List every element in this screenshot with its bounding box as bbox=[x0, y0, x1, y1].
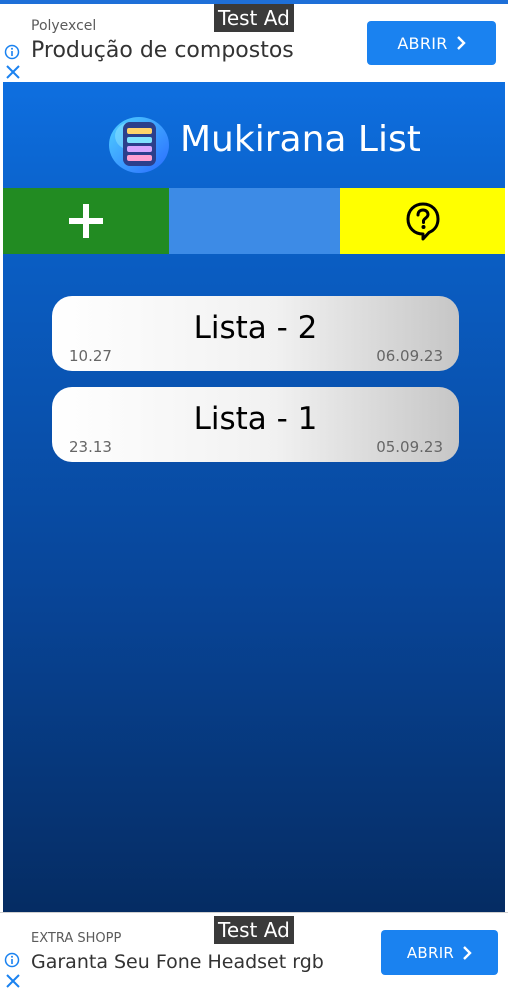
test-ad-label: Test Ad bbox=[214, 916, 294, 944]
list-total: 23.13 bbox=[69, 438, 112, 456]
toolbar-middle-button[interactable] bbox=[169, 188, 340, 254]
add-list-button[interactable] bbox=[3, 188, 169, 254]
ad-advertiser: Polyexcel bbox=[31, 18, 97, 34]
ad-open-button-label: ABRIR bbox=[397, 33, 448, 53]
list-name: Lista - 2 bbox=[193, 310, 318, 346]
info-icon[interactable] bbox=[4, 952, 20, 968]
list-date: 05.09.23 bbox=[376, 438, 443, 456]
chevron-right-icon bbox=[463, 945, 472, 960]
toolbar bbox=[3, 188, 505, 254]
test-ad-label: Test Ad bbox=[214, 4, 294, 32]
ad-open-button-label: ABRIR bbox=[406, 943, 455, 962]
help-button[interactable] bbox=[340, 188, 505, 254]
top-ad-banner[interactable]: Test Ad Polyexcel Produção de compostos … bbox=[0, 0, 508, 82]
info-icon[interactable] bbox=[4, 44, 20, 60]
chevron-right-icon bbox=[456, 36, 466, 50]
shopping-lists: Lista - 2 10.27 06.09.23 Lista - 1 23.13… bbox=[52, 296, 459, 478]
ad-headline[interactable]: Produção de compostos bbox=[31, 38, 294, 63]
close-icon[interactable] bbox=[6, 65, 20, 79]
ad-open-button[interactable]: ABRIR bbox=[381, 930, 498, 975]
app-title: Mukirana List bbox=[180, 119, 421, 160]
ad-headline[interactable]: Garanta Seu Fone Headset rgb bbox=[31, 951, 324, 973]
ad-open-button[interactable]: ABRIR bbox=[367, 21, 496, 65]
list-item[interactable]: Lista - 2 10.27 06.09.23 bbox=[52, 296, 459, 371]
bottom-ad-banner[interactable]: Test Ad EXTRA SHOPP Garanta Seu Fone Hea… bbox=[0, 912, 508, 994]
list-total: 10.27 bbox=[69, 347, 112, 365]
close-icon[interactable] bbox=[6, 974, 20, 988]
ad-advertiser: EXTRA SHOPP bbox=[31, 931, 122, 946]
app-header: Mukirana List bbox=[3, 110, 505, 174]
app-main: Mukirana List Lista - 2 10.27 06.09.23 L… bbox=[3, 82, 505, 912]
list-name: Lista - 1 bbox=[193, 401, 318, 437]
plus-icon bbox=[69, 204, 103, 238]
app-logo-icon bbox=[109, 117, 169, 173]
list-item[interactable]: Lista - 1 23.13 05.09.23 bbox=[52, 387, 459, 462]
app-screen: Test Ad Polyexcel Produção de compostos … bbox=[0, 0, 508, 994]
question-bubble-icon bbox=[406, 202, 439, 241]
list-date: 06.09.23 bbox=[376, 347, 443, 365]
